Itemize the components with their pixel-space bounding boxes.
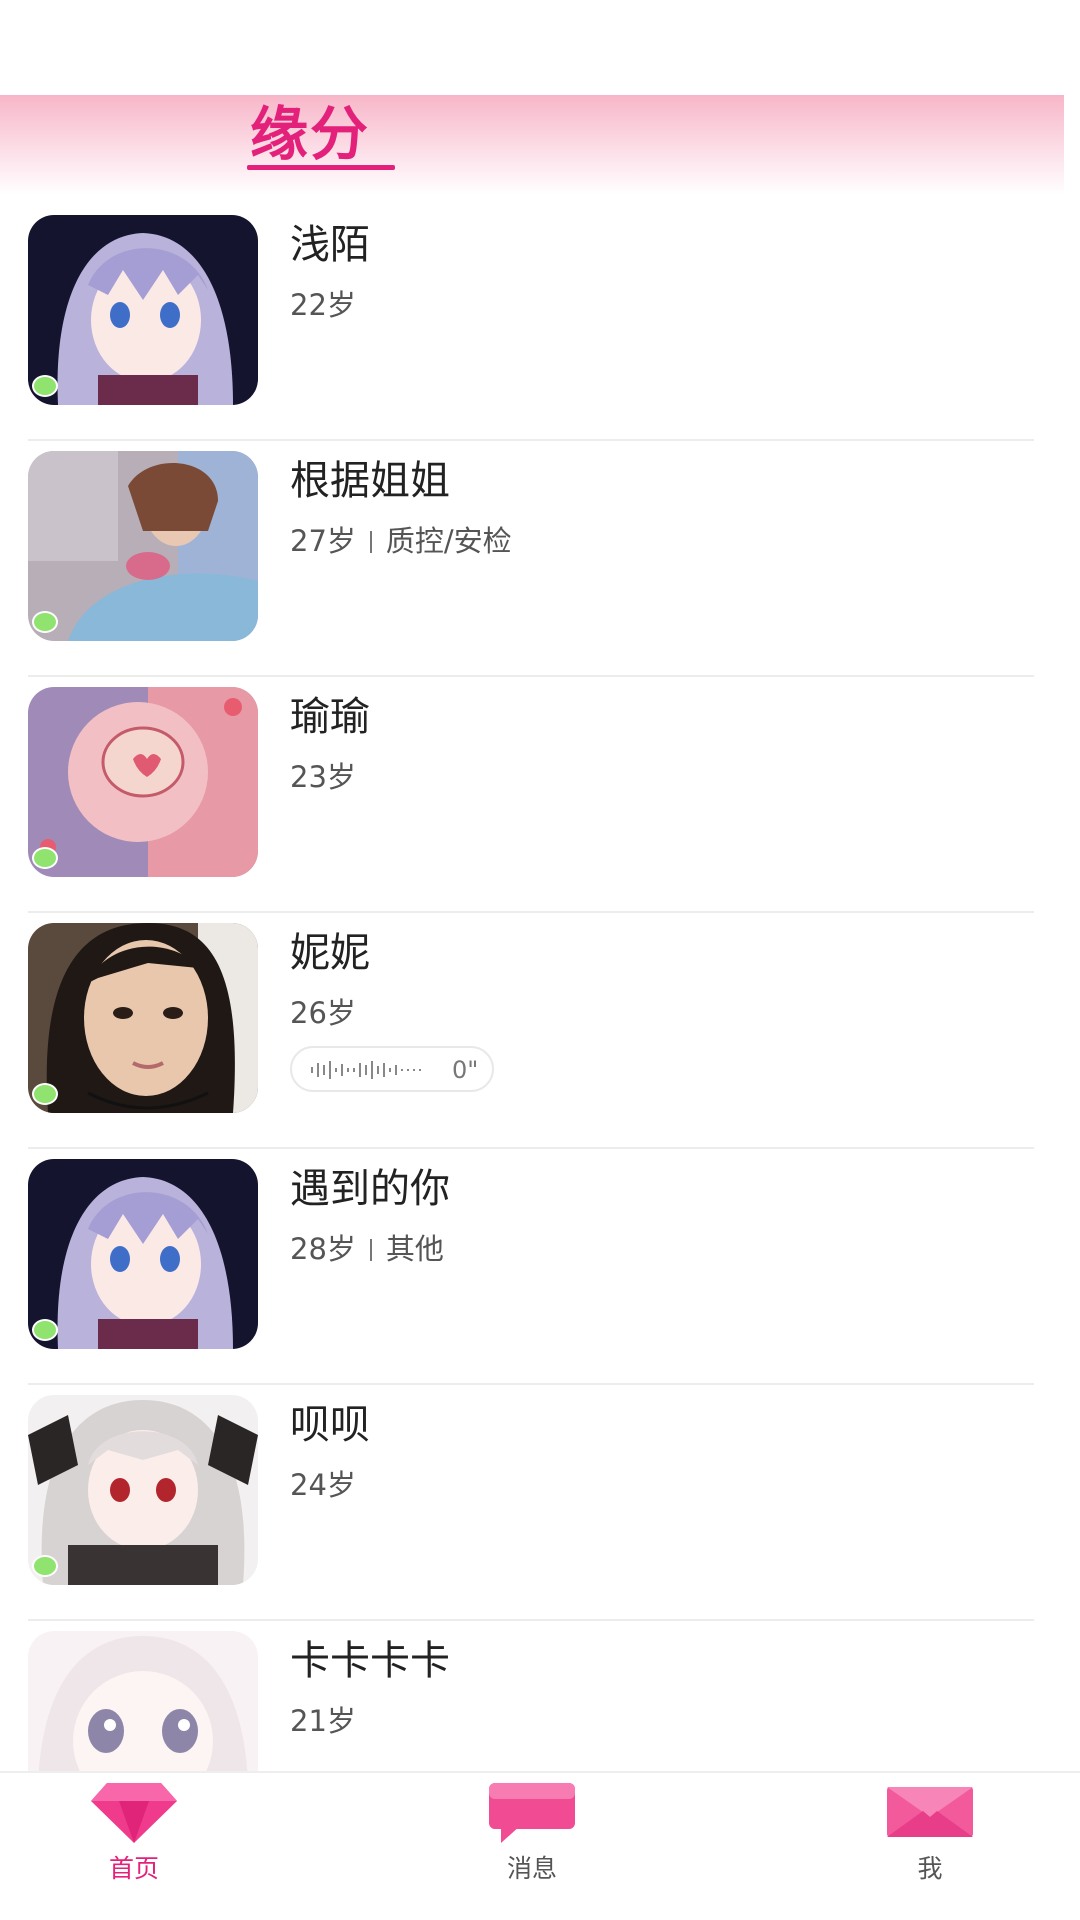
list-item[interactable]: 浅陌 22岁 (0, 205, 1064, 441)
user-age: 28岁 (290, 1232, 356, 1266)
avatar[interactable] (28, 1631, 258, 1771)
user-name: 妮妮 (290, 930, 370, 976)
user-age: 22岁 (290, 288, 356, 322)
voice-duration: 0" (452, 1056, 479, 1084)
envelope-icon (887, 1787, 973, 1837)
user-age: 27岁 (290, 524, 356, 558)
avatar[interactable] (28, 923, 258, 1113)
user-meta: 26岁 (290, 993, 356, 1033)
tab-me[interactable]: 我 (830, 1773, 1030, 1920)
page-title[interactable]: 缘分 (250, 99, 370, 169)
list-item[interactable]: 呗呗 24岁 (0, 1385, 1064, 1621)
bottom-tab-bar: 首页 消息 我 (0, 1771, 1080, 1920)
online-status-dot (32, 611, 58, 633)
user-age: 21岁 (290, 1704, 356, 1738)
list-item[interactable]: 遇到的你 28岁 其他 (0, 1149, 1064, 1385)
title-underline (247, 165, 395, 170)
user-meta: 23岁 (290, 757, 356, 797)
tab-label: 消息 (506, 1854, 557, 1883)
user-name: 遇到的你 (290, 1166, 450, 1212)
user-meta: 24岁 (290, 1465, 356, 1505)
online-status-dot (32, 375, 58, 397)
header: 缘分 (0, 95, 1064, 195)
avatar[interactable] (28, 215, 258, 405)
user-age: 24岁 (290, 1468, 356, 1502)
tab-label: 我 (917, 1854, 943, 1883)
user-list[interactable]: 浅陌 22岁 根据姐姐 27岁 质控/安检 瑜瑜 23岁 妮妮 26岁 0" 遇… (0, 205, 1064, 1771)
chat-bubble-icon (489, 1783, 575, 1843)
user-name: 根据姐姐 (290, 458, 450, 504)
tab-messages[interactable]: 消息 (432, 1773, 632, 1920)
user-occupation: 质控/安检 (385, 524, 512, 558)
user-name: 呗呗 (290, 1402, 370, 1448)
avatar[interactable] (28, 1159, 258, 1349)
avatar[interactable] (28, 1395, 258, 1585)
online-status-dot (32, 1555, 58, 1577)
user-meta: 21岁 (290, 1701, 356, 1741)
user-name: 浅陌 (290, 222, 370, 268)
avatar[interactable] (28, 687, 258, 877)
meta-separator (369, 1239, 372, 1261)
user-meta: 28岁 其他 (290, 1229, 444, 1269)
user-name: 卡卡卡卡 (290, 1638, 450, 1684)
online-status-dot (32, 847, 58, 869)
user-occupation: 其他 (385, 1232, 444, 1266)
diamond-icon (91, 1783, 177, 1843)
voice-wave-icon (311, 1061, 421, 1079)
list-item[interactable]: 瑜瑜 23岁 (0, 677, 1064, 913)
user-name: 瑜瑜 (290, 694, 370, 740)
list-item[interactable]: 根据姐姐 27岁 质控/安检 (0, 441, 1064, 677)
user-age: 23岁 (290, 760, 356, 794)
user-meta: 27岁 质控/安检 (290, 521, 512, 561)
user-meta: 22岁 (290, 285, 356, 325)
user-age: 26岁 (290, 996, 356, 1030)
list-item[interactable]: 妮妮 26岁 0" (0, 913, 1064, 1149)
list-item[interactable]: 卡卡卡卡 21岁 (0, 1621, 1064, 1771)
online-status-dot (32, 1083, 58, 1105)
online-status-dot (32, 1319, 58, 1341)
status-bar-area (0, 0, 1080, 95)
voice-message-button[interactable]: 0" (290, 1046, 494, 1092)
avatar[interactable] (28, 451, 258, 641)
tab-label: 首页 (108, 1854, 159, 1883)
meta-separator (369, 531, 372, 553)
tab-home[interactable]: 首页 (34, 1773, 234, 1920)
